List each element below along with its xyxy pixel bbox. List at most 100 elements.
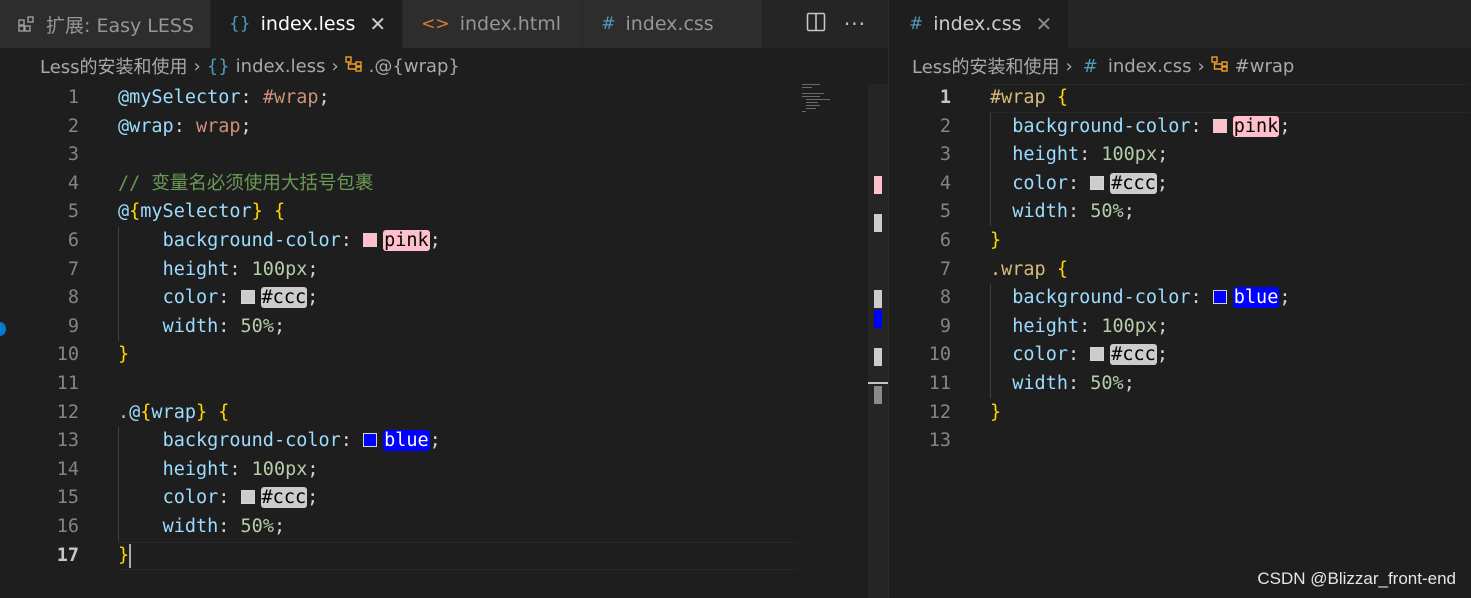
code-text: background-color: pink; — [162, 230, 441, 251]
code-text: height: 100px; — [162, 258, 319, 280]
color-marker — [874, 310, 882, 328]
color-value: #ccc — [1110, 172, 1157, 194]
more-actions-icon[interactable]: ··· — [844, 12, 866, 36]
code-line[interactable]: 9 height: 100px; — [889, 313, 1471, 342]
close-icon[interactable]: ✕ — [369, 12, 386, 36]
breadcrumb-symbol[interactable]: .@{wrap} — [369, 56, 460, 77]
code-line[interactable]: 14 height: 100px; — [0, 456, 888, 485]
code-line[interactable]: 10} — [0, 341, 888, 370]
code-line[interactable]: 4 // 变量名必须使用大括号包裹 — [0, 170, 888, 199]
code-line[interactable]: 13 background-color: blue; — [0, 427, 888, 456]
code-line[interactable]: 6 background-color: pink; — [0, 227, 888, 256]
line-number: 10 — [928, 344, 951, 366]
code-text: // 变量名必须使用大括号包裹 — [118, 172, 374, 194]
symbol-structure-icon — [344, 55, 363, 77]
line-number: 5 — [67, 201, 79, 223]
code-line[interactable]: 1 #wrap { — [889, 84, 1471, 113]
color-value: blue — [383, 430, 430, 452]
line-number: 4 — [67, 172, 79, 194]
code-line[interactable]: 15 color: #ccc; — [0, 484, 888, 513]
code-text: .wrap { — [990, 258, 1068, 280]
line-number: 2 — [67, 115, 79, 137]
code-line[interactable]: 16 width: 50%; — [0, 513, 888, 542]
code-editor-css[interactable]: 1 #wrap {2 background-color: pink; 3 heigh… — [889, 84, 1471, 598]
color-marker — [874, 348, 882, 366]
color-swatch[interactable] — [363, 233, 378, 247]
breadcrumb-folder[interactable]: Less的安装和使用 — [40, 53, 188, 79]
right-tab-bar: # index.css ✕ — [889, 0, 1471, 48]
line-number: 6 — [939, 230, 951, 251]
color-swatch[interactable] — [1090, 175, 1105, 190]
split-editor-icon[interactable] — [806, 12, 826, 36]
code-line[interactable]: 8 color: #ccc; — [0, 284, 888, 313]
code-line[interactable]: 5 width: 50%; — [889, 198, 1471, 227]
code-text: @{mySelector} { — [118, 201, 286, 223]
line-number: 9 — [939, 315, 951, 337]
color-value: #ccc — [260, 287, 308, 309]
color-swatch[interactable] — [240, 490, 255, 505]
code-line[interactable]: 5 @{mySelector} { — [0, 198, 888, 227]
breadcrumb-symbol[interactable]: #wrap — [1235, 56, 1295, 77]
chevron-right-icon: › — [1065, 55, 1073, 77]
tab-label: index.css — [625, 13, 714, 35]
code-text: height: 100px; — [162, 458, 319, 480]
color-swatch[interactable] — [240, 290, 255, 305]
code-line[interactable]: 2 background-color: pink; — [889, 113, 1471, 142]
code-line[interactable]: 7 height: 100px; — [0, 256, 888, 285]
code-line[interactable]: 12 .@{wrap} { — [0, 399, 888, 428]
code-line[interactable]: 7 .wrap { — [889, 256, 1471, 285]
css-hash-icon: # — [1082, 55, 1098, 77]
code-line[interactable]: 11 width: 50%; — [889, 370, 1471, 399]
color-swatch[interactable] — [1212, 290, 1227, 305]
tab-index-html[interactable]: <> index.html — [403, 0, 584, 48]
line-number: 3 — [939, 144, 951, 166]
code-line[interactable]: 9 width: 50%; — [0, 313, 888, 342]
line-number: 11 — [928, 373, 951, 394]
code-text: #wrap { — [990, 87, 1068, 108]
breadcrumb-file[interactable]: index.less — [236, 56, 326, 77]
code-line[interactable]: 4 color: #ccc; — [889, 170, 1471, 199]
editor-actions: ··· — [806, 0, 888, 48]
code-line[interactable]: 2 @wrap: wrap; — [0, 113, 888, 142]
scroll-thumb[interactable] — [874, 386, 882, 404]
line-number: 12 — [56, 401, 79, 423]
code-line[interactable]: 1 @mySelector: #wrap; — [0, 84, 888, 113]
code-line[interactable]: 3 height: 100px; — [889, 141, 1471, 170]
overview-ruler[interactable] — [868, 84, 888, 598]
code-line[interactable]: 13 — [889, 427, 1471, 456]
color-marker — [874, 214, 882, 232]
line-number: 7 — [939, 258, 951, 280]
breadcrumb: Less的安装和使用 › # index.css › #wrap — [889, 48, 1471, 84]
code-line[interactable]: 10 color: #ccc; — [889, 341, 1471, 370]
color-value: pink — [383, 230, 430, 251]
minimap[interactable] — [800, 84, 860, 124]
tab-extension-easy-less[interactable]: 扩展: Easy LESS — [0, 0, 211, 48]
line-number: 2 — [939, 115, 951, 137]
code-line[interactable]: 8 background-color: blue; — [889, 284, 1471, 313]
code-line[interactable]: 6} — [889, 227, 1471, 256]
line-number: 10 — [56, 344, 79, 366]
right-editor-group: # index.css ✕ Less的安装和使用 › # index.css ›… — [889, 0, 1471, 598]
line-number: 7 — [67, 258, 79, 280]
color-swatch[interactable] — [363, 433, 378, 448]
code-editor-less[interactable]: 1 @mySelector: #wrap; 2 @wrap: wrap; 3 4 // 变量… — [0, 84, 888, 598]
line-number: 8 — [939, 287, 951, 309]
code-line[interactable]: 11 — [0, 370, 888, 399]
color-swatch[interactable] — [1212, 118, 1227, 133]
line-number: 4 — [939, 172, 951, 194]
code-line[interactable]: 3 — [0, 141, 888, 170]
code-line[interactable]: 12} — [889, 399, 1471, 428]
tab-label: index.less — [260, 13, 356, 35]
close-icon[interactable]: ✕ — [1036, 12, 1053, 36]
color-swatch[interactable] — [1090, 347, 1105, 362]
tab-index-css-right[interactable]: # index.css ✕ — [889, 0, 1070, 48]
breadcrumb-folder[interactable]: Less的安装和使用 — [912, 53, 1060, 79]
tab-index-css[interactable]: # index.css — [583, 0, 764, 48]
code-text: width: 50%; — [162, 516, 286, 537]
code-line[interactable]: 17} — [0, 542, 888, 571]
color-marker — [874, 176, 882, 194]
line-number: 17 — [56, 544, 79, 566]
breadcrumb-file[interactable]: index.css — [1108, 56, 1192, 77]
tab-index-less[interactable]: {} index.less ✕ — [210, 0, 404, 48]
left-editor-group: 扩展: Easy LESS {} index.less ✕ <> index.h… — [0, 0, 888, 598]
